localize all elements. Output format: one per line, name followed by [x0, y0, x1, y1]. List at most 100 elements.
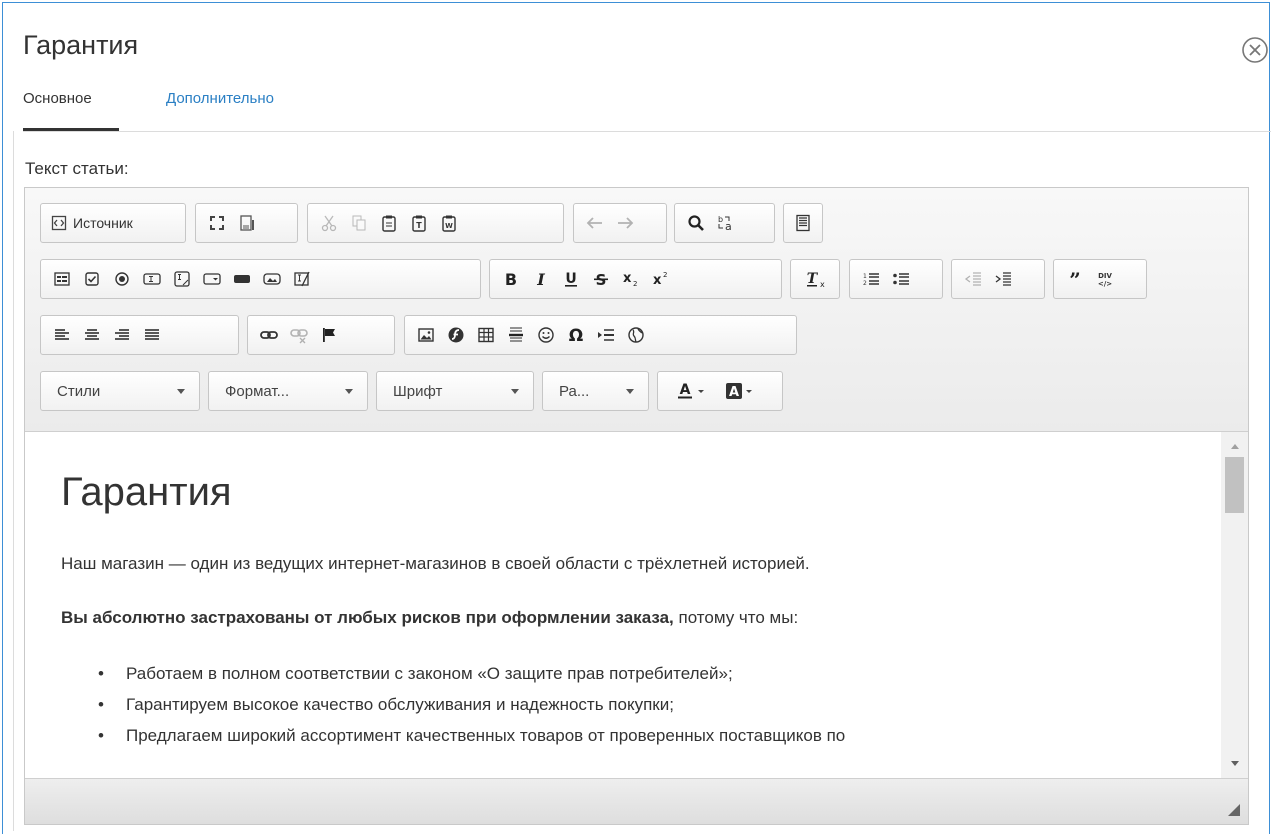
unlink-button[interactable]: [284, 320, 314, 350]
bold-button[interactable]: B: [496, 264, 526, 294]
underline-button[interactable]: U: [556, 264, 586, 294]
align-center-icon: [85, 329, 99, 340]
numbered-list-button[interactable]: 12: [856, 264, 886, 294]
show-blocks-button[interactable]: [232, 208, 262, 238]
svg-text:W: W: [445, 222, 453, 230]
align-justify-icon: [145, 329, 159, 340]
paste-button[interactable]: [374, 208, 404, 238]
align-right-button[interactable]: [107, 320, 137, 350]
select-button[interactable]: [197, 264, 227, 294]
link-button[interactable]: [254, 320, 284, 350]
templates-icon: [796, 214, 810, 232]
scroll-up-arrow-icon[interactable]: [1231, 444, 1239, 449]
outdent-icon: [964, 272, 981, 286]
format-dropdown[interactable]: Формат...: [208, 371, 368, 411]
hidden-field-button[interactable]: [287, 264, 317, 294]
scrollbar-thumb[interactable]: [1225, 457, 1244, 513]
bulleted-list-button[interactable]: [886, 264, 916, 294]
smiley-button[interactable]: [531, 320, 561, 350]
horizontal-rule-button[interactable]: [501, 320, 531, 350]
list-item: Работаем в полном соответствии с законом…: [61, 658, 845, 689]
tab-additional[interactable]: Дополнительно: [166, 90, 274, 107]
font-dropdown[interactable]: Шрифт: [376, 371, 534, 411]
paste-text-button[interactable]: T: [404, 208, 434, 238]
toolbar-group-indent: [951, 259, 1045, 299]
content-paragraph: Наш магазин — один из ведущих интернет-м…: [61, 554, 810, 573]
svg-text:Ω: Ω: [569, 326, 583, 344]
superscript-button[interactable]: x2: [646, 264, 676, 294]
radio-button[interactable]: [107, 264, 137, 294]
templates-button[interactable]: [788, 208, 818, 238]
superscript-icon: x2: [653, 271, 667, 288]
copy-button[interactable]: [344, 208, 374, 238]
omega-icon: Ω: [569, 326, 583, 344]
list-item: Предлагаем широкий ассортимент качествен…: [61, 720, 845, 751]
font-size-dropdown[interactable]: Ра...: [542, 371, 649, 411]
image-button[interactable]: [411, 320, 441, 350]
outdent-button[interactable]: [958, 264, 988, 294]
image-button-icon: [263, 273, 281, 285]
subscript-button[interactable]: x2: [616, 264, 646, 294]
svg-text:x: x: [820, 280, 825, 288]
align-justify-button[interactable]: [137, 320, 167, 350]
svg-text:U: U: [565, 271, 576, 287]
panel-border: [13, 131, 14, 831]
tab-main[interactable]: Основное: [23, 90, 92, 107]
textarea-button[interactable]: [167, 264, 197, 294]
chevron-down-icon: [626, 388, 634, 394]
paste-word-button[interactable]: W: [434, 208, 464, 238]
image-icon: [418, 328, 434, 342]
page-break-button[interactable]: [591, 320, 621, 350]
textfield-button[interactable]: [137, 264, 167, 294]
source-label: Источник: [73, 215, 133, 231]
resize-handle-icon[interactable]: [1228, 804, 1240, 816]
italic-icon: I: [536, 270, 545, 288]
scroll-down-arrow-icon[interactable]: [1231, 761, 1239, 766]
text-color-button[interactable]: A: [668, 376, 720, 406]
source-button[interactable]: Источник: [47, 208, 137, 238]
close-button[interactable]: [1240, 35, 1270, 65]
blockquote-button[interactable]: ”: [1060, 264, 1090, 294]
svg-text:B: B: [505, 270, 517, 288]
svg-text:</>: </>: [1098, 280, 1112, 288]
cut-button[interactable]: [314, 208, 344, 238]
dialog-title: Гарантия: [23, 30, 139, 60]
align-center-button[interactable]: [77, 320, 107, 350]
font-dropdown-label: Шрифт: [393, 382, 443, 400]
align-left-button[interactable]: [47, 320, 77, 350]
find-button[interactable]: [681, 208, 711, 238]
italic-button[interactable]: I: [526, 264, 556, 294]
indent-button[interactable]: [988, 264, 1018, 294]
styles-dropdown[interactable]: Стили: [40, 371, 200, 411]
checkbox-button[interactable]: [77, 264, 107, 294]
flash-button[interactable]: [441, 320, 471, 350]
underline-icon: U: [565, 271, 577, 287]
list-item: Гарантируем высокое качество обслуживани…: [61, 689, 845, 720]
anchor-button[interactable]: [314, 320, 344, 350]
strike-button[interactable]: S: [586, 264, 616, 294]
article-text-label: Текст статьи:: [25, 159, 129, 178]
replace-icon: ba: [718, 215, 732, 232]
bulleted-list-icon: [893, 273, 909, 285]
redo-icon: [618, 217, 634, 229]
unlink-icon: [290, 329, 308, 344]
editor-content-area[interactable]: Гарантия Наш магазин — один из ведущих и…: [25, 432, 1213, 778]
toolbar-group-insert: Ω: [404, 315, 797, 355]
image-button-control[interactable]: [257, 264, 287, 294]
undo-button[interactable]: [580, 208, 610, 238]
svg-text:”: ”: [1069, 270, 1081, 288]
background-color-button[interactable]: A: [720, 376, 764, 406]
div-icon: DIV</>: [1098, 272, 1113, 288]
svg-text:x: x: [653, 273, 662, 288]
redo-button[interactable]: [610, 208, 640, 238]
table-button[interactable]: [471, 320, 501, 350]
iframe-button[interactable]: [621, 320, 651, 350]
form-button[interactable]: [47, 264, 77, 294]
vertical-scrollbar[interactable]: [1221, 432, 1248, 778]
remove-format-button[interactable]: Tx: [800, 264, 830, 294]
div-container-button[interactable]: DIV </>: [1090, 264, 1120, 294]
special-char-button[interactable]: Ω: [561, 320, 591, 350]
maximize-button[interactable]: [202, 208, 232, 238]
replace-button[interactable]: ba: [711, 208, 741, 238]
button-control-button[interactable]: [227, 264, 257, 294]
